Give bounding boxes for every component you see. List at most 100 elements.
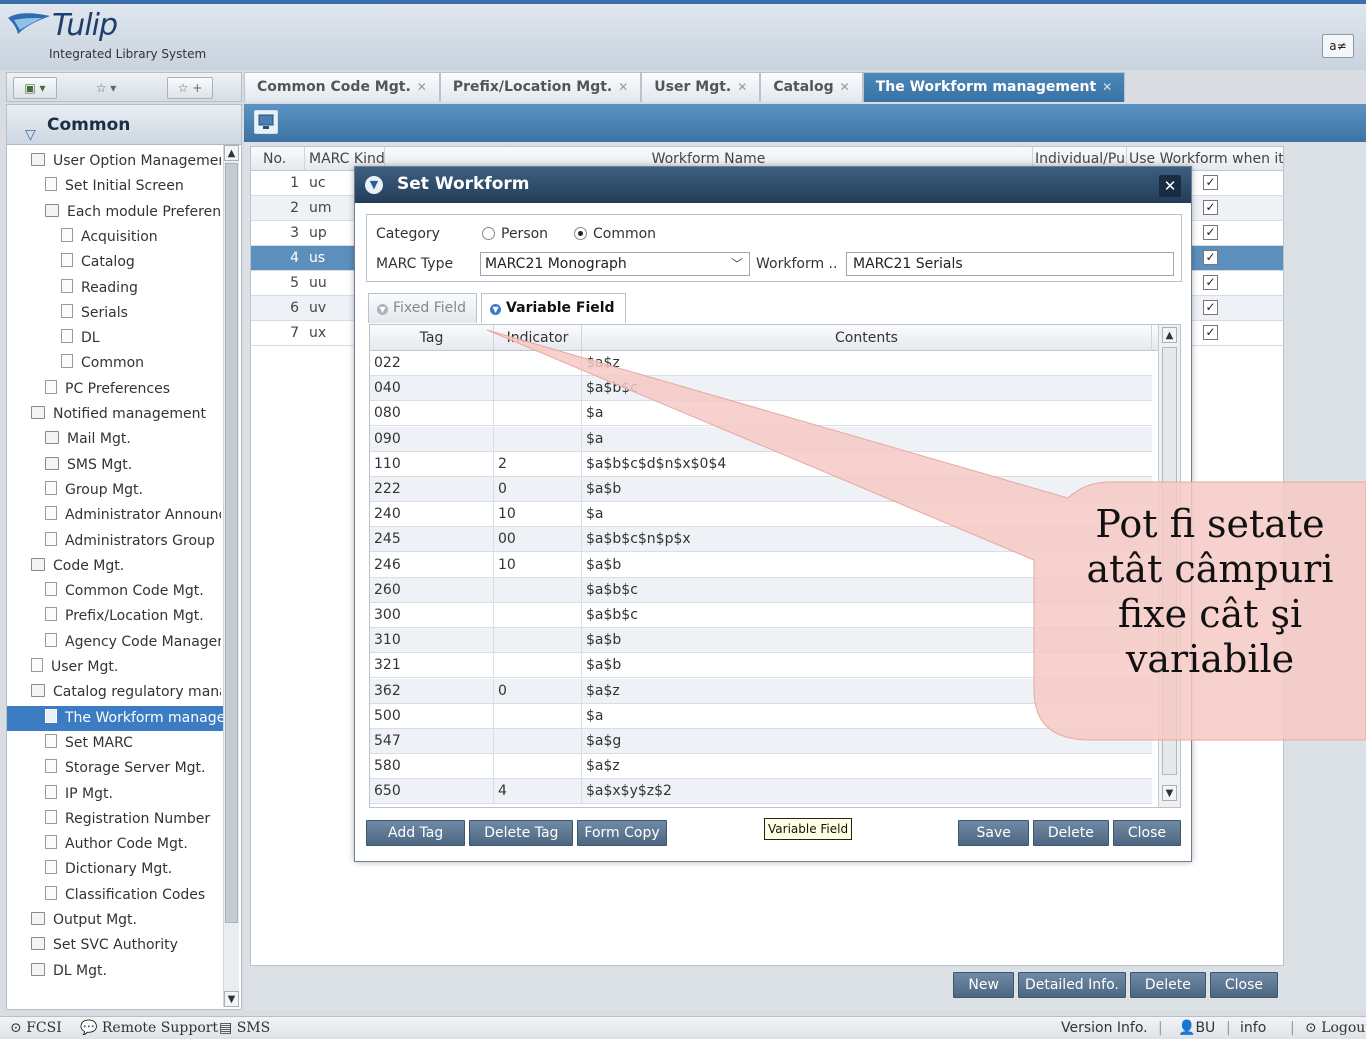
table-row[interactable]: 080 $a bbox=[370, 401, 1152, 427]
remote-support-link[interactable]: 💬 Remote Support bbox=[80, 1020, 218, 1036]
checkbox[interactable]: ✓ bbox=[1203, 275, 1218, 290]
sidebar-item[interactable]: Set MARC bbox=[7, 731, 221, 756]
tab-user-mgt[interactable]: User Mgt. ✕ bbox=[641, 72, 761, 102]
tab-common-code-mgt[interactable]: Common Code Mgt. ✕ bbox=[244, 72, 440, 102]
sidebar-item[interactable]: User Option Management bbox=[7, 149, 221, 174]
table-row[interactable]: 222 0 $a$b bbox=[370, 477, 1152, 502]
sidebar-item[interactable]: IP Mgt. bbox=[7, 782, 221, 807]
detailed-info-button[interactable]: Detailed Info. bbox=[1017, 972, 1126, 998]
dialog-close-button[interactable]: ✕ bbox=[1159, 175, 1181, 197]
table-row[interactable]: 650 4 $a$x$y$z$2 bbox=[370, 779, 1152, 805]
table-row[interactable]: 362 0 $a$z bbox=[370, 678, 1152, 704]
sidebar-item[interactable]: Serials bbox=[7, 301, 221, 326]
sidebar-item[interactable]: Agency Code Management bbox=[7, 630, 221, 655]
new-button[interactable]: New bbox=[953, 972, 1014, 998]
scroll-down-icon[interactable]: ▼ bbox=[224, 991, 239, 1007]
sidebar-item[interactable]: Registration Number bbox=[7, 807, 221, 832]
scroll-down-icon[interactable]: ▼ bbox=[1162, 785, 1177, 801]
sidebar-item[interactable]: Output Mgt. bbox=[7, 908, 221, 933]
table-row[interactable]: 300 $a$b$c bbox=[370, 603, 1152, 628]
sidebar-item[interactable]: Storage Server Mgt. bbox=[7, 756, 221, 781]
sidebar-item[interactable]: Classification Codes bbox=[7, 883, 221, 908]
sidebar-item[interactable]: Set Initial Screen bbox=[7, 174, 221, 199]
sidebar-item[interactable]: Mail Mgt. bbox=[7, 427, 221, 452]
save-button[interactable]: Save bbox=[958, 820, 1029, 846]
close-icon[interactable]: ✕ bbox=[840, 80, 850, 94]
sidebar-item[interactable]: Dictionary Mgt. bbox=[7, 857, 221, 882]
table-row[interactable]: 040 $a$b$c bbox=[370, 376, 1152, 402]
sidebar-scrollbar[interactable]: ▲ ▼ bbox=[223, 145, 239, 1007]
delete-tag-button[interactable]: Delete Tag bbox=[469, 820, 574, 846]
sidebar-item[interactable]: PC Preferences bbox=[7, 377, 221, 402]
favorites-menu-button[interactable]: ☆ ▾ bbox=[85, 77, 127, 99]
sidebar-item[interactable]: Reading bbox=[7, 276, 221, 301]
workform-name-input[interactable]: MARC21 Serials bbox=[846, 252, 1174, 276]
sidebar-item[interactable]: Group Mgt. bbox=[7, 478, 221, 503]
form-copy-button[interactable]: Form Copy bbox=[577, 820, 667, 846]
scroll-up-icon[interactable]: ▲ bbox=[1162, 327, 1177, 343]
table-row[interactable]: 580 $a$z bbox=[370, 754, 1152, 780]
marc-type-select[interactable]: MARC21 Monograph ﹀ bbox=[480, 252, 750, 276]
view-menu-button[interactable]: ▣ ▾ bbox=[13, 77, 57, 99]
logout-link[interactable]: ⊙ Logout bbox=[1305, 1020, 1366, 1036]
checkbox[interactable]: ✓ bbox=[1203, 250, 1218, 265]
sidebar-item[interactable]: Code Mgt. bbox=[7, 554, 221, 579]
tab-prefix-location-mgt[interactable]: Prefix/Location Mgt. ✕ bbox=[439, 72, 642, 102]
close-button[interactable]: Close bbox=[1209, 972, 1278, 998]
table-row[interactable]: 260 $a$b$c bbox=[370, 577, 1152, 603]
delete-button[interactable]: Delete bbox=[1032, 820, 1109, 846]
table-row[interactable]: 022 $a$z bbox=[370, 351, 1152, 376]
sidebar-item[interactable]: Catalog bbox=[7, 250, 221, 275]
category-person-radio[interactable]: Person bbox=[482, 226, 548, 242]
version-info-link[interactable]: Version Info. bbox=[1061, 1020, 1148, 1036]
sidebar-item[interactable]: DL Mgt. bbox=[7, 959, 221, 984]
sidebar-item[interactable]: Common Code Mgt. bbox=[7, 579, 221, 604]
scroll-up-icon[interactable]: ▲ bbox=[224, 145, 239, 161]
info-link[interactable]: info bbox=[1240, 1020, 1266, 1036]
scroll-thumb[interactable] bbox=[225, 163, 238, 923]
sidebar-item[interactable]: Catalog regulatory management bbox=[7, 680, 221, 705]
table-row[interactable]: 246 10 $a$b bbox=[370, 552, 1152, 578]
sidebar-item[interactable]: SMS Mgt. bbox=[7, 453, 221, 478]
sidebar-item[interactable]: The Workform management bbox=[7, 705, 223, 731]
sidebar-item[interactable]: DL bbox=[7, 326, 221, 351]
close-icon[interactable]: ✕ bbox=[618, 80, 628, 94]
add-favorite-button[interactable]: ☆ + bbox=[167, 77, 213, 99]
table-row[interactable]: 090 $a bbox=[370, 426, 1152, 452]
table-row[interactable]: 547 $a$g bbox=[370, 729, 1152, 754]
monitor-icon[interactable] bbox=[254, 110, 278, 134]
tab-catalog[interactable]: Catalog ✕ bbox=[760, 72, 863, 102]
close-icon[interactable]: ✕ bbox=[1102, 80, 1112, 94]
sidebar-header[interactable]: ▽ Common bbox=[7, 105, 241, 145]
table-row[interactable]: 321 $a$b bbox=[370, 653, 1152, 679]
sms-link[interactable]: ▤ SMS bbox=[219, 1020, 270, 1036]
sidebar-item[interactable]: Each module Preferences bbox=[7, 200, 221, 225]
table-row[interactable]: 310 $a$b bbox=[370, 628, 1152, 654]
table-row[interactable]: 110 2 $a$b$c$d$n$x$0$4 bbox=[370, 451, 1152, 477]
checkbox[interactable]: ✓ bbox=[1203, 325, 1218, 340]
sidebar-item[interactable]: Common bbox=[7, 351, 221, 376]
add-tag-button[interactable]: Add Tag bbox=[366, 820, 466, 846]
sidebar-item[interactable]: Prefix/Location Mgt. bbox=[7, 604, 221, 629]
checkbox[interactable]: ✓ bbox=[1203, 200, 1218, 215]
sidebar-item[interactable]: Set SVC Authority bbox=[7, 933, 221, 958]
table-row[interactable]: 500 $a bbox=[370, 703, 1152, 729]
sidebar-item[interactable]: Author Code Mgt. bbox=[7, 832, 221, 857]
sidebar-item[interactable]: User Mgt. bbox=[7, 655, 221, 680]
checkbox[interactable]: ✓ bbox=[1203, 300, 1218, 315]
checkbox[interactable]: ✓ bbox=[1203, 175, 1218, 190]
close-icon[interactable]: ✕ bbox=[417, 80, 427, 94]
category-common-radio[interactable]: Common bbox=[574, 226, 656, 242]
close-button[interactable]: Close bbox=[1112, 820, 1181, 846]
language-toggle-button[interactable]: a≠ bbox=[1322, 34, 1354, 58]
tab-fixed-field[interactable]: ▼ Fixed Field bbox=[368, 293, 478, 323]
sidebar-item[interactable]: Administrator Announcement bbox=[7, 503, 221, 528]
sidebar-item[interactable]: Administrators Group bbox=[7, 529, 221, 554]
table-row[interactable]: 245 00 $a$b$c$n$p$x bbox=[370, 527, 1152, 553]
sidebar-item[interactable]: Notified management bbox=[7, 402, 221, 427]
sidebar-item[interactable]: Acquisition bbox=[7, 225, 221, 250]
close-icon[interactable]: ✕ bbox=[737, 80, 747, 94]
table-row[interactable]: 240 10 $a bbox=[370, 502, 1152, 528]
fcsi-link[interactable]: ⊙ FCSI bbox=[10, 1020, 62, 1036]
tab-workform-management[interactable]: The Workform management ✕ bbox=[862, 72, 1126, 102]
